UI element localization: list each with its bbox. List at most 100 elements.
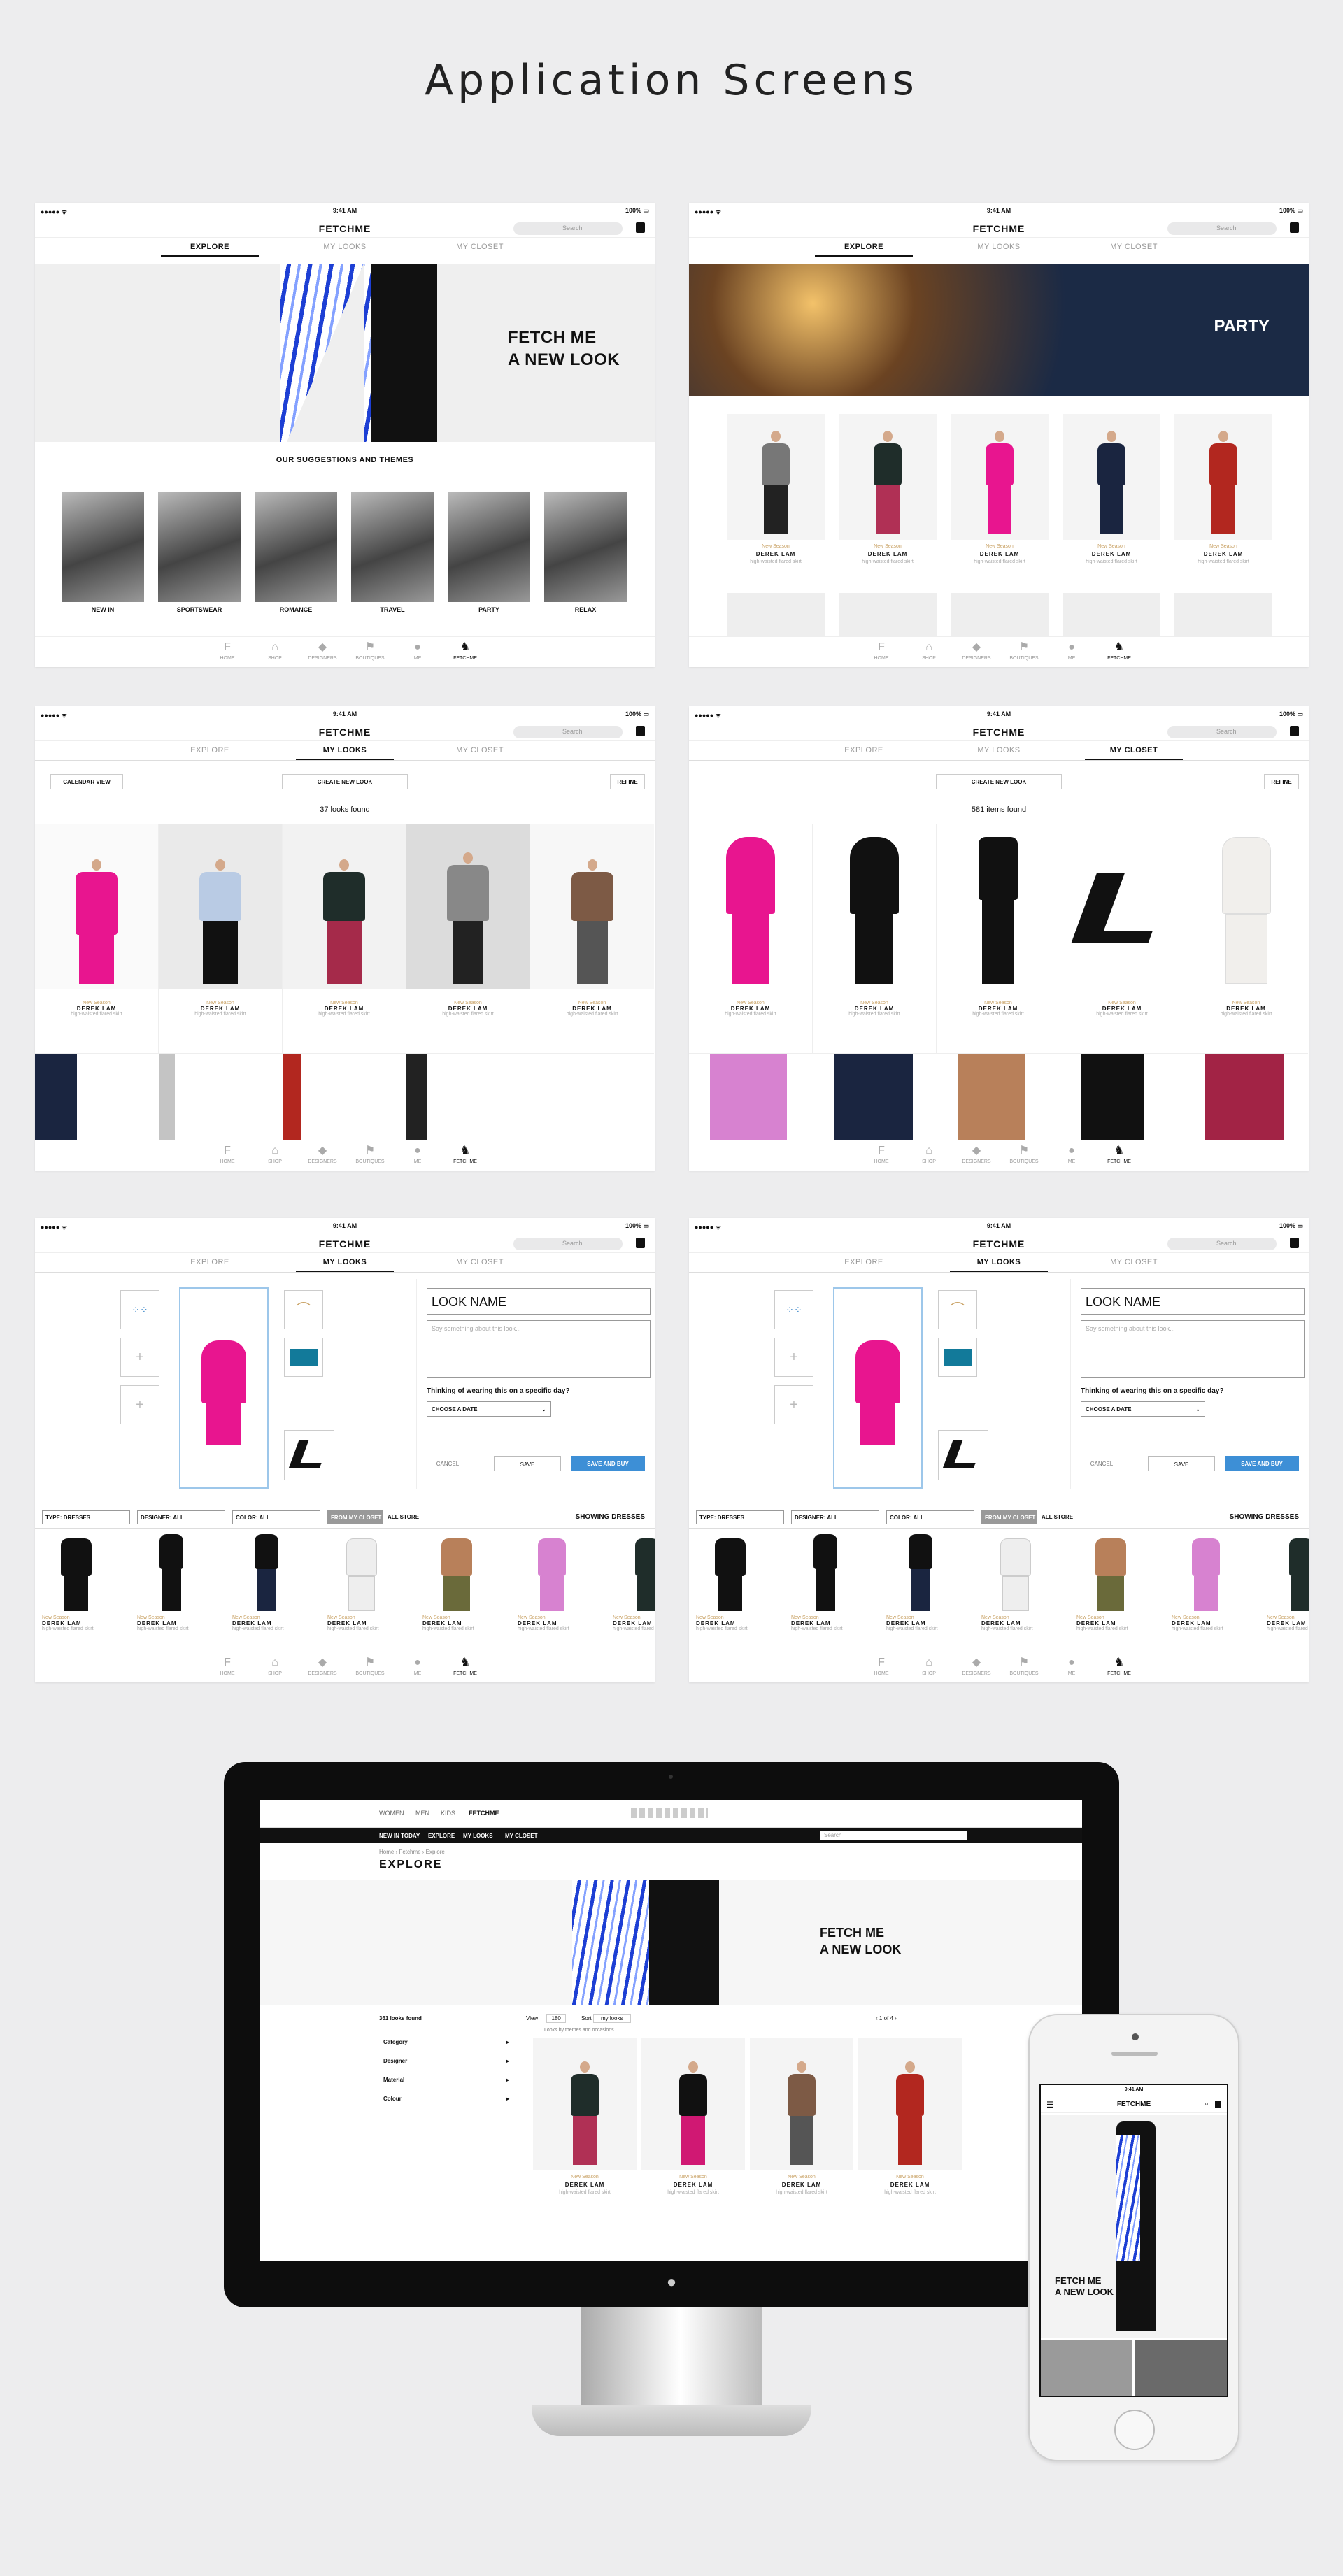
tab-my-looks[interactable]: MY LOOKS: [950, 1258, 1048, 1272]
headband-slot[interactable]: ⌒: [284, 1290, 323, 1329]
strip-product[interactable]: New SeasonDEREK LAMhigh-waisted flared s…: [511, 1529, 593, 1631]
tab-my-closet[interactable]: MY CLOSET: [1085, 243, 1183, 251]
shopping-bag-icon[interactable]: [1215, 2101, 1221, 2108]
look-description-field[interactable]: Say something about this look...: [1081, 1320, 1305, 1378]
strip-product[interactable]: New SeasonDEREK LAMhigh-waisted flared s…: [606, 1529, 655, 1631]
from-my-closet-toggle[interactable]: FROM MY CLOSET: [981, 1510, 1037, 1524]
closet-item[interactable]: New Season DEREK LAM high-waisted flared s…: [689, 824, 813, 1054]
shopping-bag-icon[interactable]: [1290, 222, 1299, 233]
closet-item[interactable]: New Season DEREK LAM high-waisted flared s…: [813, 824, 937, 1054]
look-card[interactable]: New Season DEREK LAM high-waisted flared s…: [283, 824, 406, 1054]
product-card[interactable]: New Season DEREK LAM high-waisted flared s…: [1063, 414, 1160, 564]
subnav-new-in[interactable]: NEW IN TODAY: [379, 1833, 420, 1839]
view-select[interactable]: 180: [546, 2014, 566, 2023]
save-and-buy-button[interactable]: SAVE AND BUY: [1225, 1456, 1299, 1471]
all-store-toggle[interactable]: ALL STORE: [1039, 1510, 1081, 1524]
tab-my-closet[interactable]: MY CLOSET: [431, 746, 529, 754]
refine-button[interactable]: REFINE: [1264, 774, 1299, 789]
tab-explore[interactable]: EXPLORE: [815, 243, 913, 257]
search-input[interactable]: Search: [513, 1238, 623, 1250]
strip-product[interactable]: New SeasonDEREK LAMhigh-waisted flared s…: [784, 1529, 867, 1631]
tab-my-looks[interactable]: MY LOOKS: [296, 746, 394, 760]
clutch-slot[interactable]: [938, 1338, 977, 1377]
designer-filter[interactable]: DESIGNER: ALL: [137, 1510, 225, 1524]
strip-product[interactable]: New SeasonDEREK LAMhigh-waisted flared s…: [320, 1529, 403, 1631]
tab-my-closet[interactable]: MY CLOSET: [431, 1258, 529, 1266]
desktop-product-card[interactable]: New Season DEREK LAM high-waisted flared s…: [533, 2038, 637, 2195]
filter-category[interactable]: Category ▸: [383, 2039, 509, 2045]
subnav-my-closet[interactable]: MY CLOSET: [505, 1833, 538, 1839]
theme-card[interactable]: TRAVEL: [351, 492, 434, 613]
home-button[interactable]: [1114, 2410, 1155, 2450]
closet-item[interactable]: New Season DEREK LAM high-waisted flared s…: [1184, 824, 1308, 1054]
add-item-slot[interactable]: +: [120, 1338, 159, 1377]
product-card[interactable]: New Season DEREK LAM high-waisted flared s…: [727, 414, 825, 564]
from-my-closet-toggle[interactable]: FROM MY CLOSET: [327, 1510, 383, 1524]
save-button[interactable]: SAVE: [494, 1456, 561, 1471]
nav-home[interactable]: F HOME: [210, 641, 245, 661]
topnav-women[interactable]: WOMEN: [379, 1810, 404, 1817]
tab-explore[interactable]: EXPLORE: [161, 243, 259, 257]
subnav-my-looks[interactable]: MY LOOKS: [463, 1833, 493, 1839]
filter-colour[interactable]: Colour ▸: [383, 2096, 509, 2102]
tab-my-looks[interactable]: MY LOOKS: [296, 1258, 394, 1272]
all-store-toggle[interactable]: ALL STORE: [385, 1510, 427, 1524]
theme-card[interactable]: RELAX: [544, 492, 627, 613]
tab-my-looks[interactable]: MY LOOKS: [950, 746, 1048, 754]
tab-my-closet[interactable]: MY CLOSET: [431, 243, 529, 251]
save-and-buy-button[interactable]: SAVE AND BUY: [571, 1456, 645, 1471]
desktop-product-card[interactable]: New Season DEREK LAM high-waisted flared s…: [641, 2038, 745, 2195]
hero-banner[interactable]: FETCH ME A NEW LOOK: [35, 264, 655, 442]
add-item-slot[interactable]: +: [120, 1385, 159, 1424]
strip-product[interactable]: New SeasonDEREK LAMhigh-waisted flared s…: [225, 1529, 308, 1631]
color-filter[interactable]: COLOR: ALL: [886, 1510, 974, 1524]
nav-designers[interactable]: ◆ DESIGNERS: [305, 641, 340, 661]
main-item-slot[interactable]: [833, 1287, 923, 1489]
add-item-slot[interactable]: +: [774, 1338, 813, 1377]
strip-product[interactable]: New SeasonDEREK LAMhigh-waisted flared s…: [879, 1529, 962, 1631]
strip-product[interactable]: New SeasonDEREK LAMhigh-waisted flared s…: [1165, 1529, 1247, 1631]
desktop-search-input[interactable]: Search: [820, 1831, 967, 1840]
shoe-slot[interactable]: [938, 1430, 988, 1480]
look-card[interactable]: New Season DEREK LAM high-waisted flared s…: [406, 824, 530, 1054]
create-new-look-button[interactable]: CREATE NEW LOOK: [282, 774, 408, 789]
refine-button[interactable]: REFINE: [610, 774, 645, 789]
choose-date-select[interactable]: CHOOSE A DATE ⌄: [1081, 1401, 1205, 1417]
topnav-kids[interactable]: KIDS: [441, 1810, 455, 1817]
nav-boutiques[interactable]: ⚑ BOUTIQUES: [353, 641, 388, 661]
look-card[interactable]: New Season DEREK LAM high-waisted flared s…: [159, 824, 283, 1054]
calendar-view-button[interactable]: CALENDAR VIEW: [50, 774, 123, 789]
save-button[interactable]: SAVE: [1148, 1456, 1215, 1471]
theme-card[interactable]: NEW IN: [62, 492, 144, 613]
designer-filter[interactable]: DESIGNER: ALL: [791, 1510, 879, 1524]
tab-my-looks[interactable]: MY LOOKS: [950, 243, 1048, 251]
tab-my-closet[interactable]: MY CLOSET: [1085, 746, 1183, 760]
tab-explore[interactable]: EXPLORE: [161, 1258, 259, 1266]
type-filter[interactable]: TYPE: DRESSES: [42, 1510, 130, 1524]
main-item-slot[interactable]: [179, 1287, 269, 1489]
shopping-bag-icon[interactable]: [636, 222, 645, 233]
desktop-product-card[interactable]: New Season DEREK LAM high-waisted flared s…: [750, 2038, 853, 2195]
strip-product[interactable]: New SeasonDEREK LAMhigh-waisted flared s…: [1070, 1529, 1152, 1631]
tab-explore[interactable]: EXPLORE: [815, 746, 913, 754]
search-input[interactable]: Search: [513, 726, 623, 738]
shopping-bag-icon[interactable]: [636, 1238, 645, 1248]
look-description-field[interactable]: Say something about this look...: [427, 1320, 651, 1378]
look-name-field[interactable]: LOOK NAME: [427, 1288, 651, 1315]
cancel-button[interactable]: CANCEL: [1081, 1456, 1123, 1471]
pagination[interactable]: ‹ 1 of 4 ›: [876, 2015, 897, 2022]
theme-card[interactable]: PARTY: [448, 492, 530, 613]
tab-explore[interactable]: EXPLORE: [161, 746, 259, 754]
clutch-slot[interactable]: [284, 1338, 323, 1377]
closet-item[interactable]: New Season DEREK LAM high-waisted flared s…: [937, 824, 1060, 1054]
product-card[interactable]: New Season DEREK LAM high-waisted flared s…: [839, 414, 937, 564]
create-new-look-button[interactable]: CREATE NEW LOOK: [936, 774, 1062, 789]
look-name-field[interactable]: LOOK NAME: [1081, 1288, 1305, 1315]
nav-me[interactable]: ● ME: [400, 641, 435, 661]
sort-select[interactable]: my looks: [592, 2014, 631, 2023]
phone-hero[interactable]: FETCH ME A NEW LOOK: [1041, 2115, 1227, 2338]
search-input[interactable]: Search: [513, 222, 623, 235]
strip-product[interactable]: New SeasonDEREK LAMhigh-waisted flared s…: [1260, 1529, 1309, 1631]
look-card[interactable]: New Season DEREK LAM high-waisted flared s…: [530, 824, 654, 1054]
cancel-button[interactable]: CANCEL: [427, 1456, 469, 1471]
